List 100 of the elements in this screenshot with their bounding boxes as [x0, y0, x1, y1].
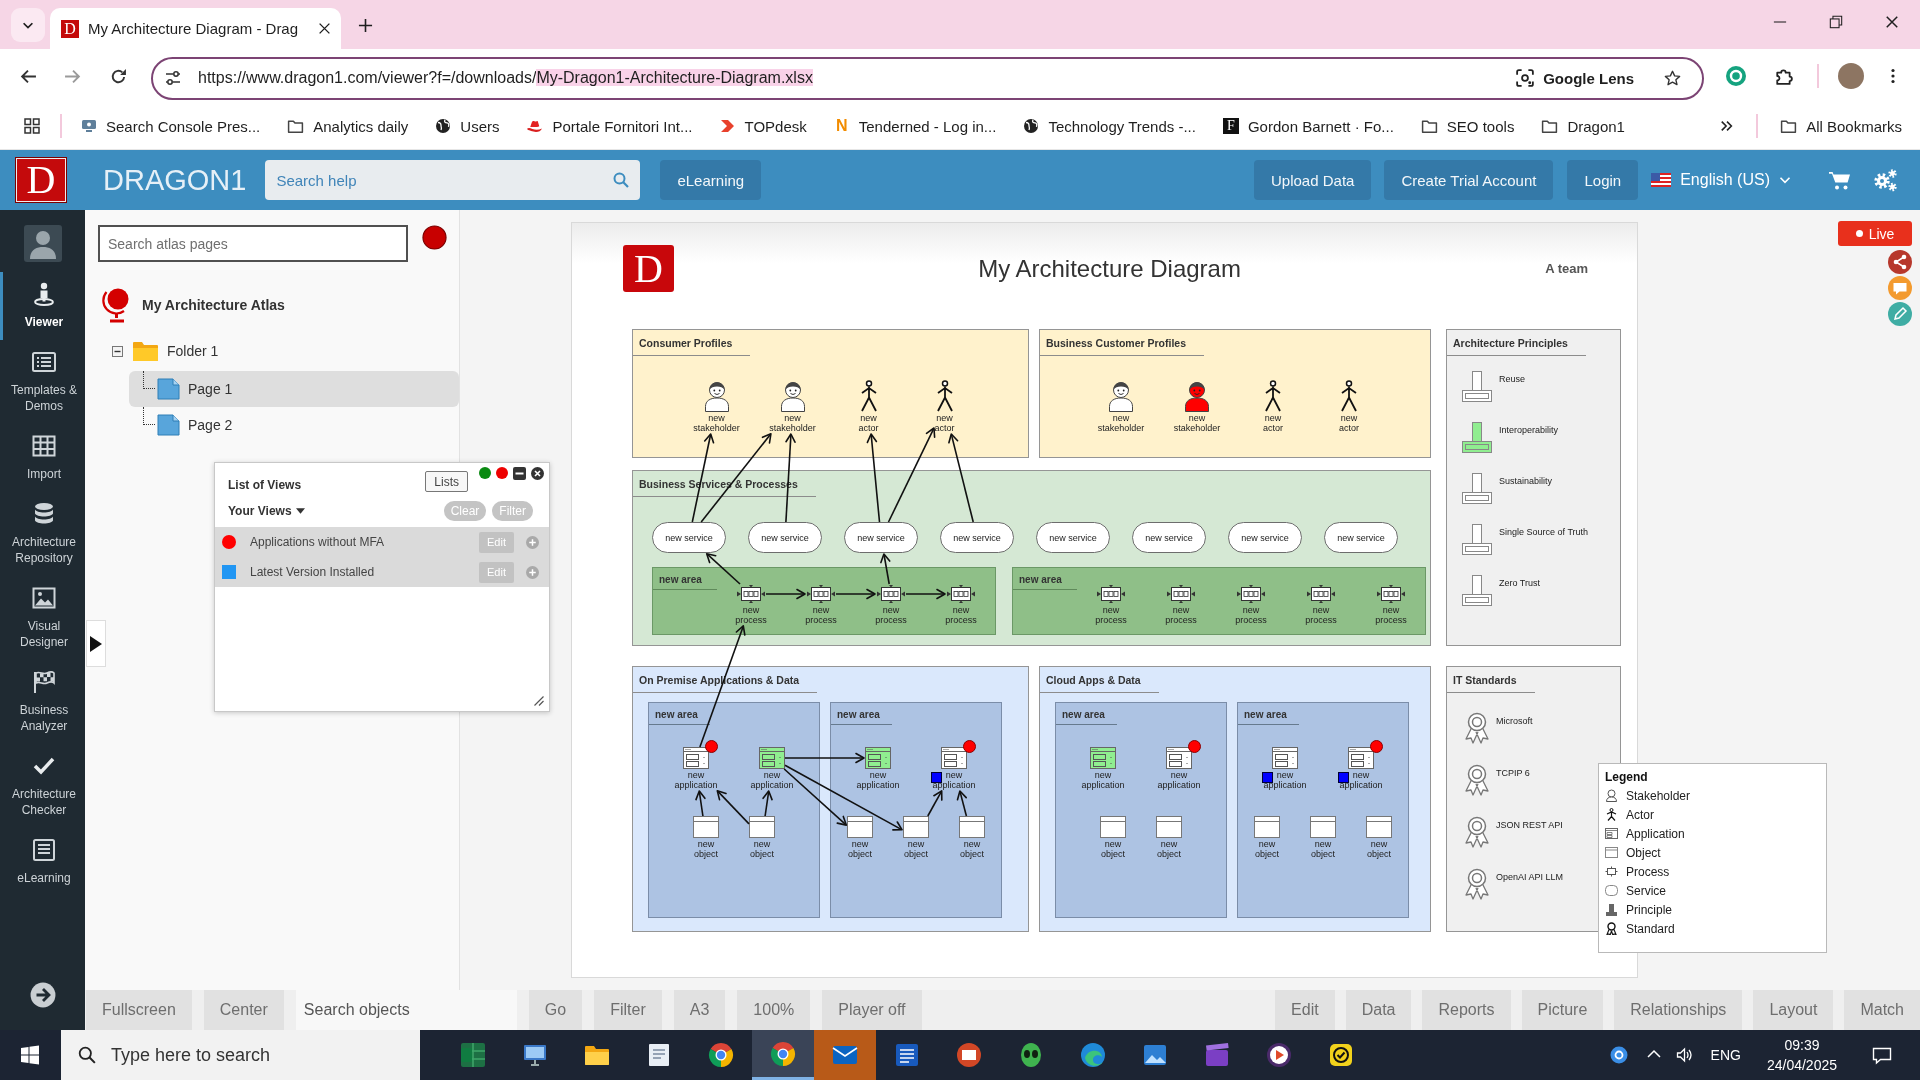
search-icon[interactable] [613, 172, 630, 188]
double-chevron-icon[interactable] [1720, 119, 1735, 133]
nav-button[interactable]: Architecture Checker [0, 744, 85, 828]
nav-button[interactable]: Import [0, 424, 85, 492]
toolbar-button[interactable]: Picture [1521, 990, 1604, 1030]
nav-button[interactable]: Templates & Demos [0, 340, 85, 424]
process-icon [1605, 865, 1618, 878]
restore-icon[interactable] [1829, 15, 1843, 29]
search-field[interactable]: Search atlas pages [98, 225, 408, 262]
toolbar-button[interactable]: A3 [673, 990, 726, 1030]
status-dot-icon[interactable] [422, 225, 447, 250]
close-icon[interactable] [318, 22, 331, 35]
folder-icon [1780, 117, 1798, 135]
bookmark-folder[interactable]: All Bookmarks [1780, 117, 1902, 135]
tree-item[interactable]: Folder 1 [98, 339, 227, 363]
user-avatar-icon[interactable] [23, 225, 62, 262]
toolbar-button[interactable]: Go [528, 990, 583, 1030]
toolbar-button[interactable]: Player off [822, 990, 922, 1030]
clock[interactable]: 09:39 24/04/2025 [1766, 1035, 1837, 1075]
lists-button[interactable]: Lists [425, 471, 468, 492]
puzzle-icon[interactable] [1775, 67, 1793, 85]
settings-icon[interactable] [1872, 168, 1897, 192]
tune-icon[interactable] [165, 70, 181, 86]
search-field[interactable]: Search objects [295, 990, 517, 1030]
document-list-icon [32, 838, 56, 862]
address-field[interactable]: https://www.dragon1.com/viewer?f=/downloads/My-Dragon1-Architecture-Diagram.xlsx Google Lens [151, 56, 1704, 100]
bookmark-folder[interactable]: Analytics daily [287, 117, 409, 135]
bookmark-link[interactable]: Technology Trends -... [1023, 117, 1196, 135]
upload-button[interactable]: Upload Data [1254, 160, 1372, 200]
reload-icon[interactable] [110, 67, 127, 85]
status-dot-icon[interactable] [496, 467, 508, 479]
windows-logo-icon[interactable] [20, 1045, 40, 1065]
status-dot-icon[interactable] [479, 467, 491, 479]
plus-icon[interactable] [358, 18, 373, 33]
tree-item[interactable]: Page 2 [129, 407, 459, 443]
nav-button[interactable]: eLearning [0, 828, 85, 896]
toolbar-button[interactable]: Layout [1753, 990, 1834, 1030]
minimize-icon[interactable] [513, 467, 526, 480]
toolbar-button[interactable]: Match [1844, 990, 1920, 1030]
pen-icon[interactable] [1888, 302, 1912, 326]
panel-toggle[interactable] [86, 620, 106, 667]
close-icon[interactable] [531, 467, 544, 480]
toolbar-button[interactable]: Edit [1275, 990, 1335, 1030]
toolbar-button[interactable]: Reports [1422, 990, 1511, 1030]
toolbar-button[interactable]: Filter [594, 990, 662, 1030]
tree-item[interactable]: Page 1 [129, 371, 459, 407]
bookmark-folder[interactable]: Dragon1 [1541, 117, 1625, 135]
process-icon [1166, 584, 1196, 604]
bookmark-link[interactable]: Users [435, 117, 500, 135]
ring-icon[interactable] [1609, 1046, 1628, 1064]
card-icon [1605, 846, 1618, 859]
bookmark-folder[interactable]: SEO tools [1420, 117, 1515, 135]
lens-button[interactable]: Google Lens [1516, 69, 1634, 87]
elearning-button[interactable]: eLearning [660, 160, 762, 200]
toolbar-button[interactable]: Fullscreen [86, 990, 192, 1030]
spreadsheet-icon [460, 1042, 486, 1068]
toolbar-button[interactable]: Center [203, 990, 284, 1030]
area-title: new area [653, 568, 717, 590]
login-button[interactable]: Login [1567, 160, 1639, 200]
bookmark-link[interactable]: Portale Fornitori Int... [526, 117, 693, 135]
search-field[interactable]: Type here to search [61, 1030, 420, 1080]
node-label: new process [1235, 605, 1267, 625]
toolbar-button[interactable]: 100% [737, 990, 811, 1030]
close-icon[interactable] [1885, 15, 1899, 29]
collapse-icon[interactable] [112, 345, 123, 357]
bookmark-link[interactable]: Search Console Pres... [81, 117, 261, 135]
toolbar-button[interactable]: Relationships [1614, 990, 1743, 1030]
folder-icon [1420, 117, 1438, 135]
cart-icon[interactable] [1829, 170, 1851, 190]
language-selector[interactable]: English (US) [1651, 171, 1791, 189]
nav-button[interactable]: Business Analyzer [0, 660, 85, 744]
node-label: new application [1263, 770, 1307, 790]
speaker-icon[interactable] [1675, 1047, 1693, 1063]
globe-icon [1023, 118, 1040, 134]
nav-button[interactable]: Visual Designer [0, 576, 85, 660]
toolbar-button[interactable]: Data [1345, 990, 1412, 1030]
card-icon [903, 816, 929, 838]
brand-logo[interactable]: D [16, 158, 66, 202]
language-indicator[interactable]: ENG [1710, 1047, 1741, 1063]
bookmark-link[interactable]: N Tenderned - Log in... [833, 117, 997, 135]
avatar-icon[interactable] [1838, 63, 1864, 89]
nav-button[interactable]: Architecture Repository [0, 492, 85, 576]
apps-grid-icon[interactable] [24, 118, 40, 134]
share-icon[interactable] [1888, 250, 1912, 274]
live-button[interactable]: Live [1838, 221, 1912, 246]
star-icon[interactable] [1664, 69, 1681, 87]
resize-grip-icon[interactable] [534, 696, 544, 706]
letter-tile-logo: F [1222, 118, 1239, 134]
ribbon-icon [1605, 922, 1618, 935]
browser-tab[interactable]: D My Architecture Diagram - Drag [50, 8, 341, 49]
node-label: new actor [934, 413, 955, 433]
back-arrow-icon[interactable] [20, 67, 37, 85]
trial-account-button[interactable]: Create Trial Account [1384, 160, 1554, 200]
search-field[interactable]: Search help [265, 160, 641, 200]
bookmark-link[interactable]: F Gordon Barnett · Fo... [1222, 117, 1394, 135]
notification-icon[interactable] [1872, 1045, 1892, 1065]
arrow-right-circle-icon[interactable] [29, 982, 56, 1008]
views-dropdown[interactable]: Your Views [228, 503, 305, 518]
bookmark-link[interactable]: TOPdesk [719, 117, 807, 135]
forward-arrow-icon[interactable] [64, 67, 81, 85]
